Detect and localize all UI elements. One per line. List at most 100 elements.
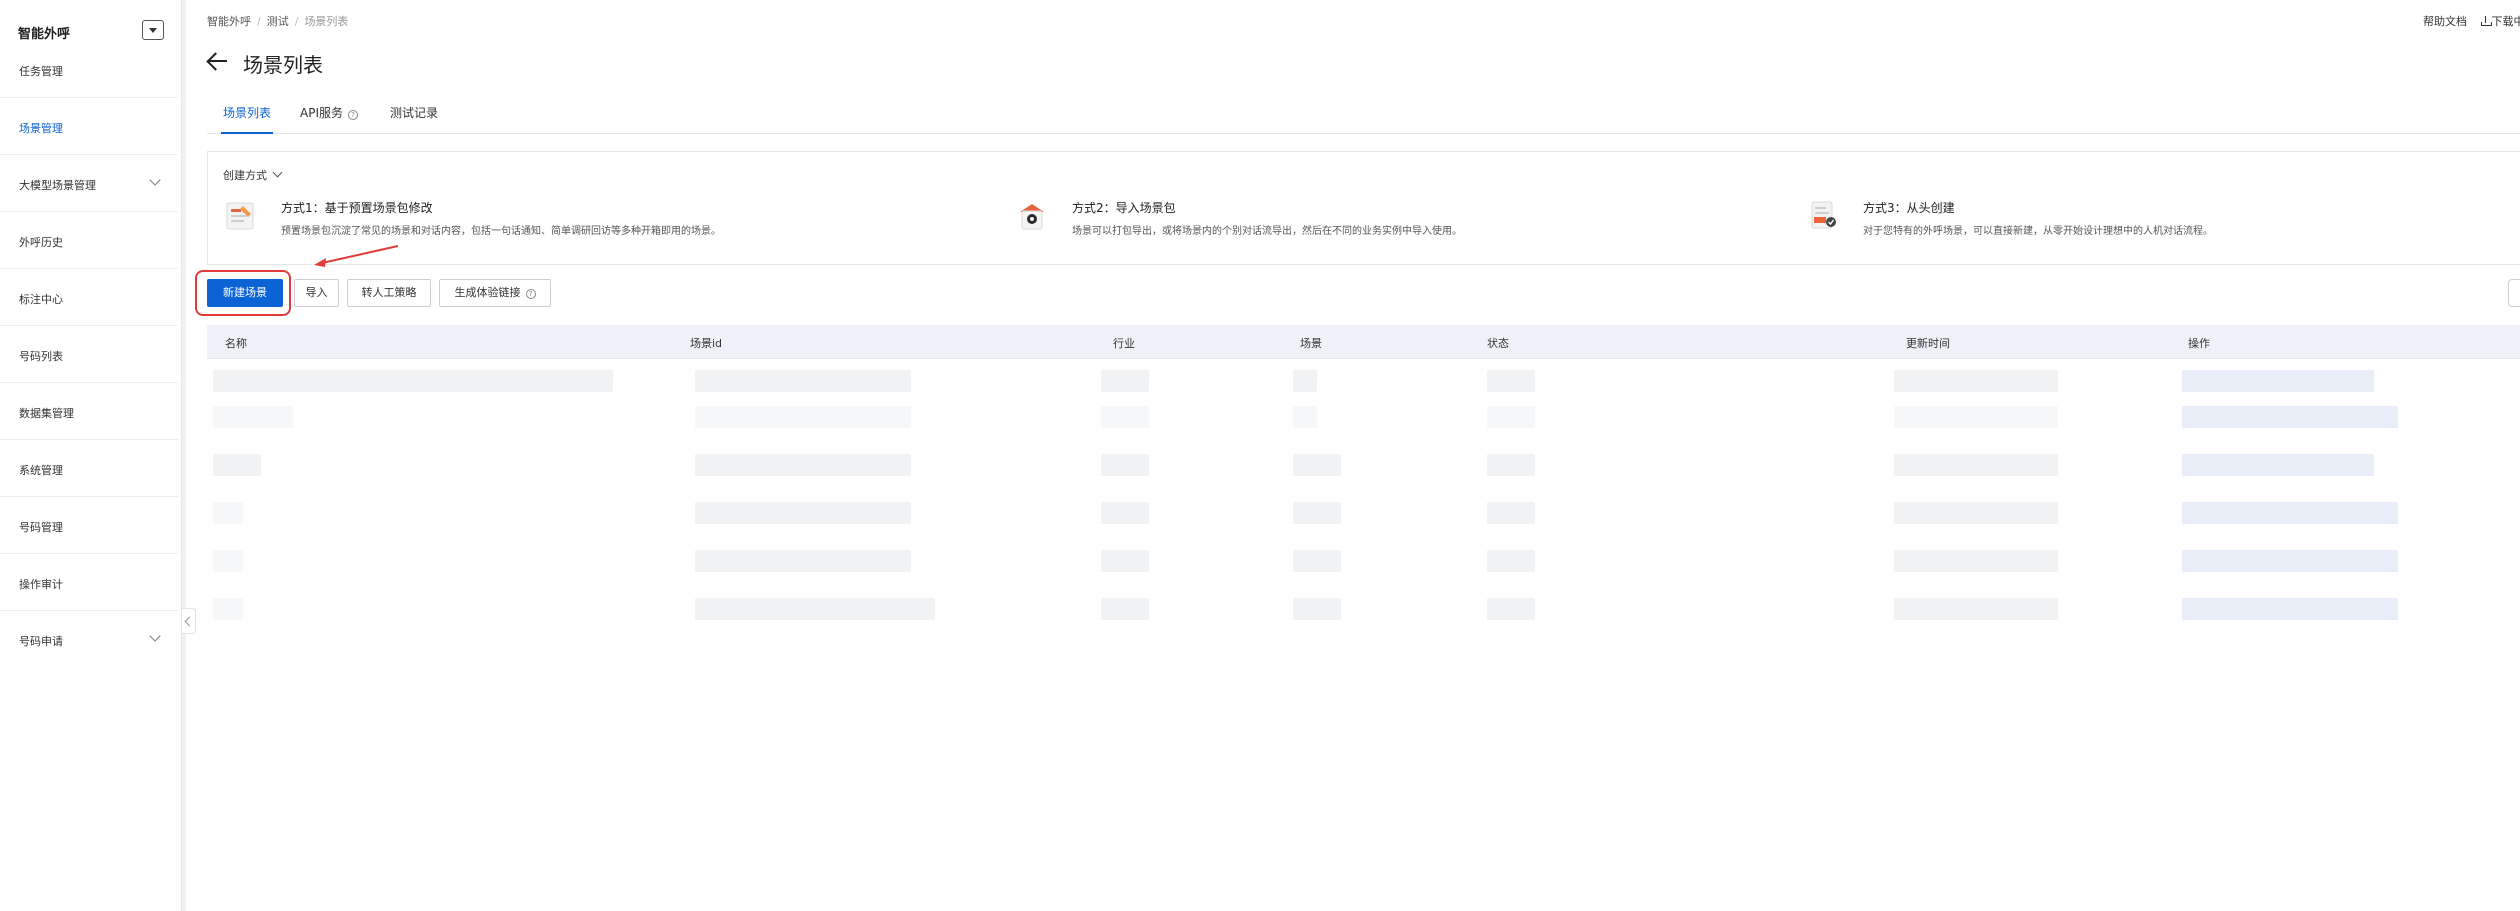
blurred-cell <box>1487 598 1535 620</box>
annotation-highlight-box <box>195 270 291 316</box>
sidebar-item-label: 操作审计 <box>19 578 63 591</box>
import-package-icon <box>1020 204 1044 230</box>
breadcrumb-separator: / <box>257 15 261 28</box>
import-button[interactable]: 导入 <box>294 279 339 307</box>
column-header-name: 名称 <box>225 337 247 350</box>
document-create-icon <box>1811 201 1836 229</box>
tab-bar: 场景列表 API服务? 测试记录 <box>207 96 2520 134</box>
blurred-cell <box>1894 406 2058 428</box>
column-header-scene: 场景 <box>1300 337 1322 350</box>
blurred-cell <box>1894 370 2058 392</box>
table-header: 名称 场景id 行业 场景 状态 更新时间 操作 <box>207 325 2520 359</box>
sidebar-item-call-history[interactable]: 外呼历史 <box>0 213 178 269</box>
toolbar-right-button[interactable] <box>2508 279 2520 307</box>
help-icon[interactable]: ? <box>348 110 358 120</box>
blurred-cell <box>695 454 911 476</box>
tab-test-records[interactable]: 测试记录 <box>390 104 438 134</box>
blurred-cell <box>213 406 293 428</box>
sidebar-item-label: 大模型场景管理 <box>19 179 96 192</box>
blurred-cell <box>2182 550 2398 572</box>
blurred-cell <box>1894 550 2058 572</box>
blurred-cell <box>1487 550 1535 572</box>
blurred-cell <box>1894 502 2058 524</box>
top-links: 帮助文档 下载中 <box>2423 13 2520 29</box>
breadcrumb-item[interactable]: 智能外呼 <box>207 15 251 28</box>
blurred-cell <box>213 598 243 620</box>
help-docs-link[interactable]: 帮助文档 <box>2423 15 2467 28</box>
help-icon[interactable]: ? <box>525 289 536 299</box>
tab-label: API服务 <box>300 106 343 120</box>
template-icon <box>226 202 254 230</box>
sidebar-item-number-list[interactable]: 号码列表 <box>0 327 178 383</box>
sidebar-item-number-management[interactable]: 号码管理 <box>0 498 178 554</box>
sidebar-item-label: 号码申请 <box>19 635 63 648</box>
blurred-cell <box>1293 598 1341 620</box>
table-body <box>207 360 2520 650</box>
blurred-cell <box>1894 598 2058 620</box>
sidebar-item-label: 号码列表 <box>19 350 63 363</box>
app-header: 智能外呼 <box>18 20 164 42</box>
tab-api-service[interactable]: API服务? <box>300 104 358 134</box>
generate-link-button[interactable]: 生成体验链接? <box>439 279 551 307</box>
blurred-cell <box>1487 406 1535 428</box>
blurred-cell <box>695 502 911 524</box>
blurred-cell <box>213 550 243 572</box>
sidebar-item-label: 数据集管理 <box>19 407 74 420</box>
sidebar-collapse-handle[interactable] <box>182 608 196 634</box>
blurred-cell <box>213 370 613 392</box>
sidebar-item-label: 场景管理 <box>19 122 63 135</box>
download-center-link[interactable]: 下载中 <box>2480 15 2520 28</box>
breadcrumb-current: 场景列表 <box>304 15 349 28</box>
sidebar-divider <box>182 0 186 911</box>
generate-link-label: 生成体验链接 <box>454 286 521 299</box>
create-methods-toggle[interactable]: 创建方式 <box>223 167 283 183</box>
method-title: 方式1：基于预置场景包修改 <box>281 201 433 215</box>
blurred-cell <box>695 598 935 620</box>
back-arrow-icon[interactable] <box>205 50 229 72</box>
blurred-cell <box>1894 454 2058 476</box>
blurred-cell <box>2182 598 2398 620</box>
method-title: 方式3：从头创建 <box>1863 201 1955 215</box>
blurred-cell <box>2182 502 2398 524</box>
blurred-cell <box>1101 406 1149 428</box>
sidebar-item-task-management[interactable]: 任务管理 <box>0 42 178 98</box>
sidebar-item-dataset-management[interactable]: 数据集管理 <box>0 384 178 440</box>
sidebar-item-system-management[interactable]: 系统管理 <box>0 441 178 497</box>
blurred-cell <box>1101 598 1149 620</box>
app-title: 智能外呼 <box>18 27 71 42</box>
blurred-cell <box>695 370 911 392</box>
download-icon <box>2480 16 2492 26</box>
blurred-cell <box>213 454 261 476</box>
blurred-cell <box>1293 454 1341 476</box>
blurred-cell <box>1293 370 1317 392</box>
method-title: 方式2：导入场景包 <box>1072 201 1176 215</box>
sidebar-item-label: 任务管理 <box>19 65 63 78</box>
create-methods-label: 创建方式 <box>223 169 267 182</box>
blurred-cell <box>1293 550 1341 572</box>
sidebar-item-number-application[interactable]: 号码申请 <box>0 612 178 668</box>
create-methods-panel: 创建方式 方式1：基于预置场景包修改 预置场景包沉淀了常见的场景和对话内容，包括… <box>207 151 2520 265</box>
blurred-cell <box>695 550 911 572</box>
sidebar-item-label: 外呼历史 <box>19 236 63 249</box>
chevron-down-icon <box>272 167 283 178</box>
method-description: 预置场景包沉淀了常见的场景和对话内容，包括一句话通知、简单调研回访等多种开箱即用… <box>281 226 721 237</box>
chevron-down-icon <box>149 174 161 186</box>
sidebar-item-annotation-center[interactable]: 标注中心 <box>0 270 178 326</box>
blurred-cell <box>1293 406 1317 428</box>
blurred-cell <box>213 502 243 524</box>
breadcrumb-item[interactable]: 测试 <box>267 15 289 28</box>
tab-scene-list[interactable]: 场景列表 <box>221 104 274 134</box>
sidebar-item-label: 系统管理 <box>19 464 63 477</box>
blurred-cell <box>2182 406 2398 428</box>
sidebar-item-llm-scene-management[interactable]: 大模型场景管理 <box>0 156 178 212</box>
breadcrumb-separator: / <box>294 15 299 28</box>
app-switcher-dropdown[interactable] <box>142 20 164 40</box>
sidebar-item-operation-audit[interactable]: 操作审计 <box>0 555 178 611</box>
blurred-cell <box>1101 550 1149 572</box>
download-center-label: 下载中 <box>2491 15 2520 28</box>
transfer-strategy-button[interactable]: 转人工策略 <box>347 279 431 307</box>
column-header-updated-time: 更新时间 <box>1906 337 1950 350</box>
sidebar-item-scene-management[interactable]: 场景管理 <box>0 99 178 155</box>
blurred-cell <box>1101 502 1149 524</box>
column-header-actions: 操作 <box>2188 337 2210 350</box>
